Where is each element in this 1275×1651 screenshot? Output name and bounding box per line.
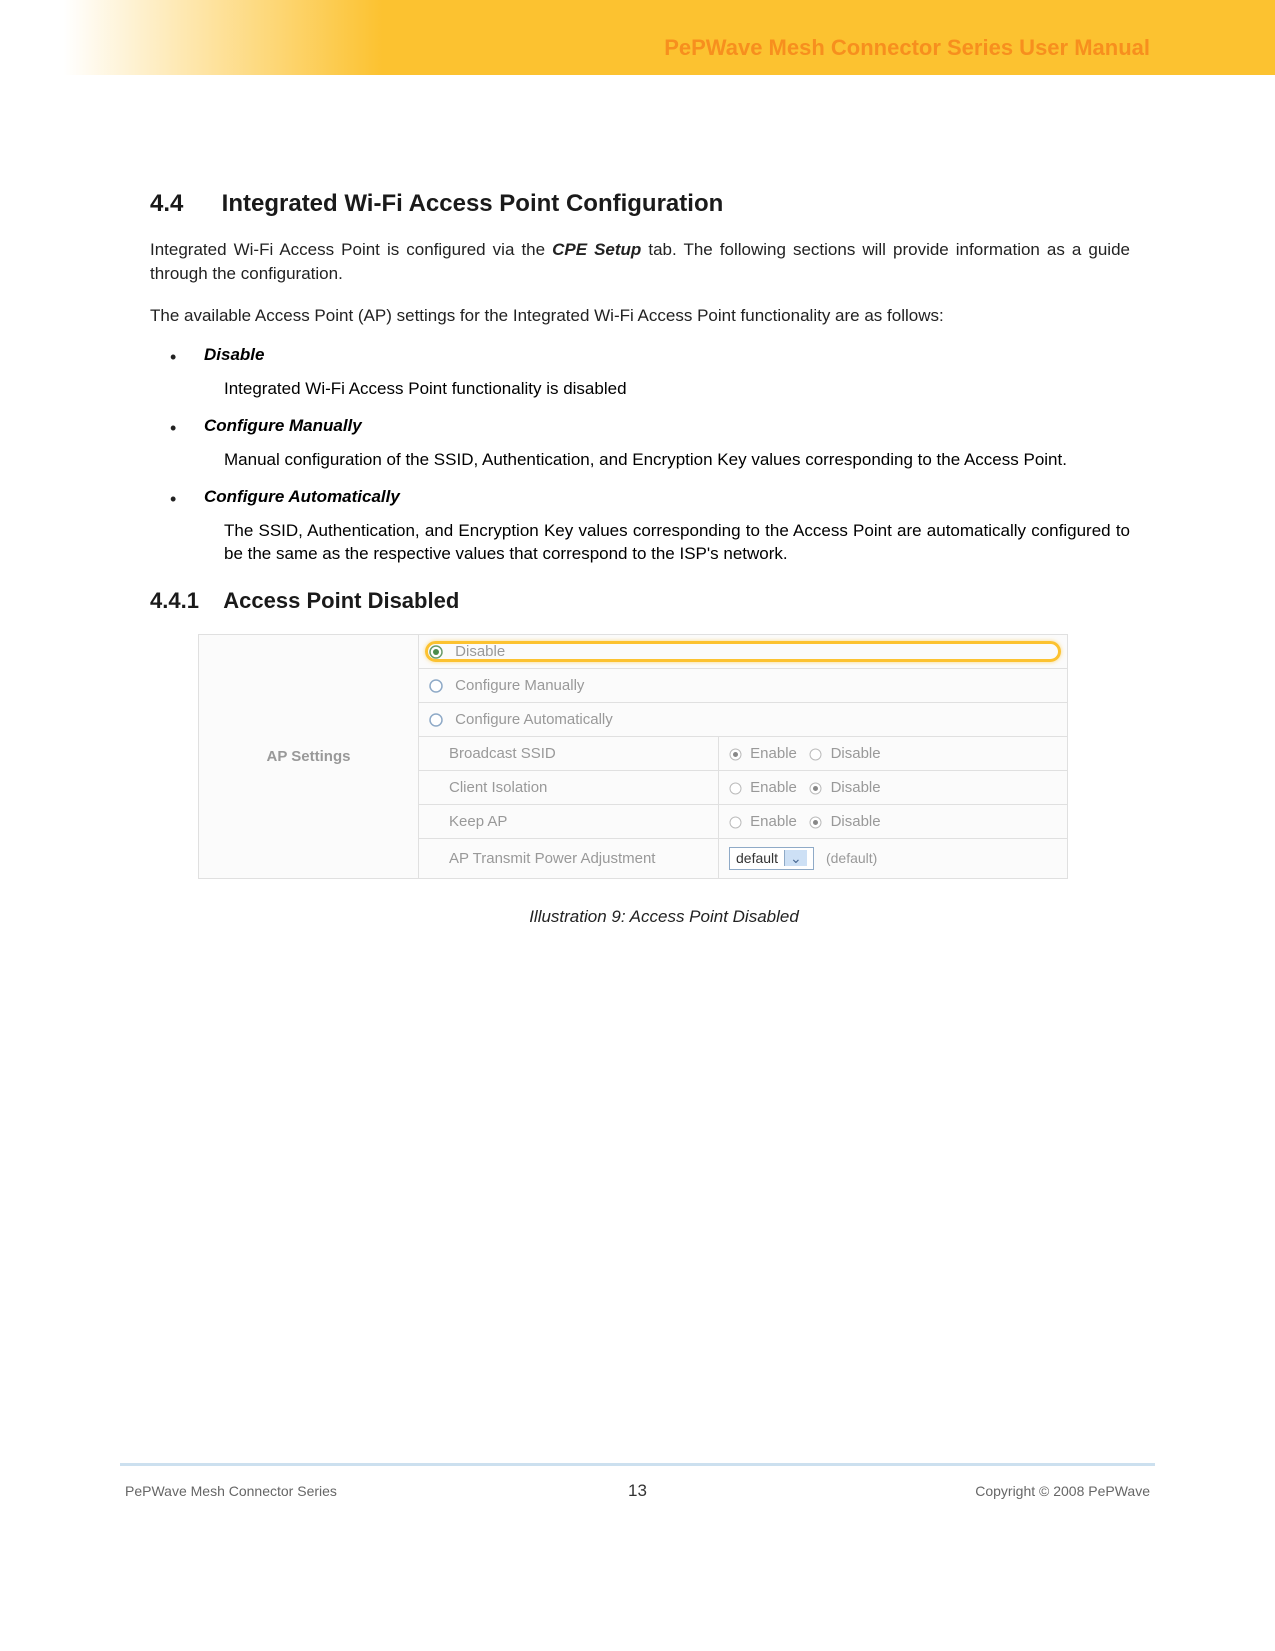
tx-power-label: AP Transmit Power Adjustment (419, 839, 719, 879)
enable-label: Enable (750, 813, 797, 830)
client-isolation-label: Client Isolation (419, 771, 719, 805)
radio-disable-label: Disable (455, 643, 505, 660)
subsection-title: Access Point Disabled (223, 588, 459, 613)
keep-ap-label: Keep AP (419, 805, 719, 839)
section-title: Integrated Wi-Fi Access Point Configurat… (222, 190, 724, 217)
bullet-icon: • (170, 345, 180, 370)
bullet-desc: Integrated Wi-Fi Access Point functional… (224, 377, 1130, 401)
broadcast-ssid-label: Broadcast SSID (419, 737, 719, 771)
section-number: 4.4 (150, 190, 215, 218)
highlight-border (425, 641, 1061, 662)
footer-left: PePWave Mesh Connector Series (125, 1483, 337, 1499)
cpe-setup-bold: CPE Setup (552, 240, 641, 259)
client-isolation-value[interactable]: Enable Disable (719, 771, 1068, 805)
default-suffix: (default) (826, 850, 877, 866)
radio-selected-icon (809, 816, 822, 829)
bullet-item-manual: • Configure Manually Manual configuratio… (170, 416, 1130, 471)
radio-unselected-icon (429, 713, 443, 727)
radio-unselected-icon (809, 748, 822, 761)
radio-manual-label: Configure Manually (455, 677, 584, 694)
bullet-label: Configure Automatically (204, 487, 400, 507)
disable-label: Disable (831, 779, 881, 796)
section-heading: 4.4 Integrated Wi-Fi Access Point Config… (150, 190, 1130, 218)
radio-disable-row[interactable]: Disable (419, 635, 1068, 669)
settings-intro: The available Access Point (AP) settings… (150, 304, 1130, 328)
bullet-label: Configure Manually (204, 416, 362, 436)
bullet-desc: The SSID, Authentication, and Encryption… (224, 519, 1130, 567)
broadcast-ssid-value[interactable]: Enable Disable (719, 737, 1068, 771)
intro-paragraph: Integrated Wi-Fi Access Point is configu… (150, 238, 1130, 286)
bullet-label: Disable (204, 345, 264, 365)
footer-right: Copyright © 2008 PePWave (975, 1483, 1150, 1499)
header-banner: PePWave Mesh Connector Series User Manua… (0, 0, 1275, 75)
radio-auto-label: Configure Automatically (455, 711, 613, 728)
bullet-desc: Manual configuration of the SSID, Authen… (224, 448, 1130, 472)
enable-label: Enable (750, 779, 797, 796)
radio-selected-icon (729, 748, 742, 761)
main-content: 4.4 Integrated Wi-Fi Access Point Config… (150, 190, 1130, 927)
chevron-down-icon: ⌄ (784, 850, 807, 866)
bullet-icon: • (170, 416, 180, 441)
disable-label: Disable (831, 745, 881, 762)
screenshot-container: AP Settings Disable Configure Manually (198, 634, 1130, 927)
tx-power-select[interactable]: default ⌄ (729, 847, 814, 870)
subsection-number: 4.4.1 (150, 588, 218, 614)
bullet-item-disable: • Disable Integrated Wi-Fi Access Point … (170, 345, 1130, 400)
radio-selected-icon (429, 645, 443, 659)
disable-label: Disable (831, 813, 881, 830)
illustration-caption: Illustration 9: Access Point Disabled (198, 907, 1130, 927)
bullet-item-auto: • Configure Automatically The SSID, Auth… (170, 487, 1130, 566)
ap-settings-table: AP Settings Disable Configure Manually (198, 634, 1068, 879)
radio-manual-row[interactable]: Configure Manually (419, 669, 1068, 703)
enable-label: Enable (750, 745, 797, 762)
header-title: PePWave Mesh Connector Series User Manua… (664, 35, 1150, 61)
tx-power-value: default ⌄ (default) (719, 839, 1068, 879)
intro-text-1: Integrated Wi-Fi Access Point is configu… (150, 240, 552, 259)
radio-selected-icon (809, 782, 822, 795)
keep-ap-value[interactable]: Enable Disable (719, 805, 1068, 839)
ap-settings-label: AP Settings (199, 635, 419, 879)
page-number: 13 (628, 1481, 647, 1501)
bullet-icon: • (170, 487, 180, 512)
bullet-list: • Disable Integrated Wi-Fi Access Point … (170, 345, 1130, 566)
footer-divider (120, 1463, 1155, 1466)
select-value: default (736, 850, 778, 866)
radio-unselected-icon (429, 679, 443, 693)
radio-unselected-icon (729, 816, 742, 829)
subsection-heading: 4.4.1 Access Point Disabled (150, 588, 1130, 614)
radio-unselected-icon (729, 782, 742, 795)
radio-auto-row[interactable]: Configure Automatically (419, 703, 1068, 737)
